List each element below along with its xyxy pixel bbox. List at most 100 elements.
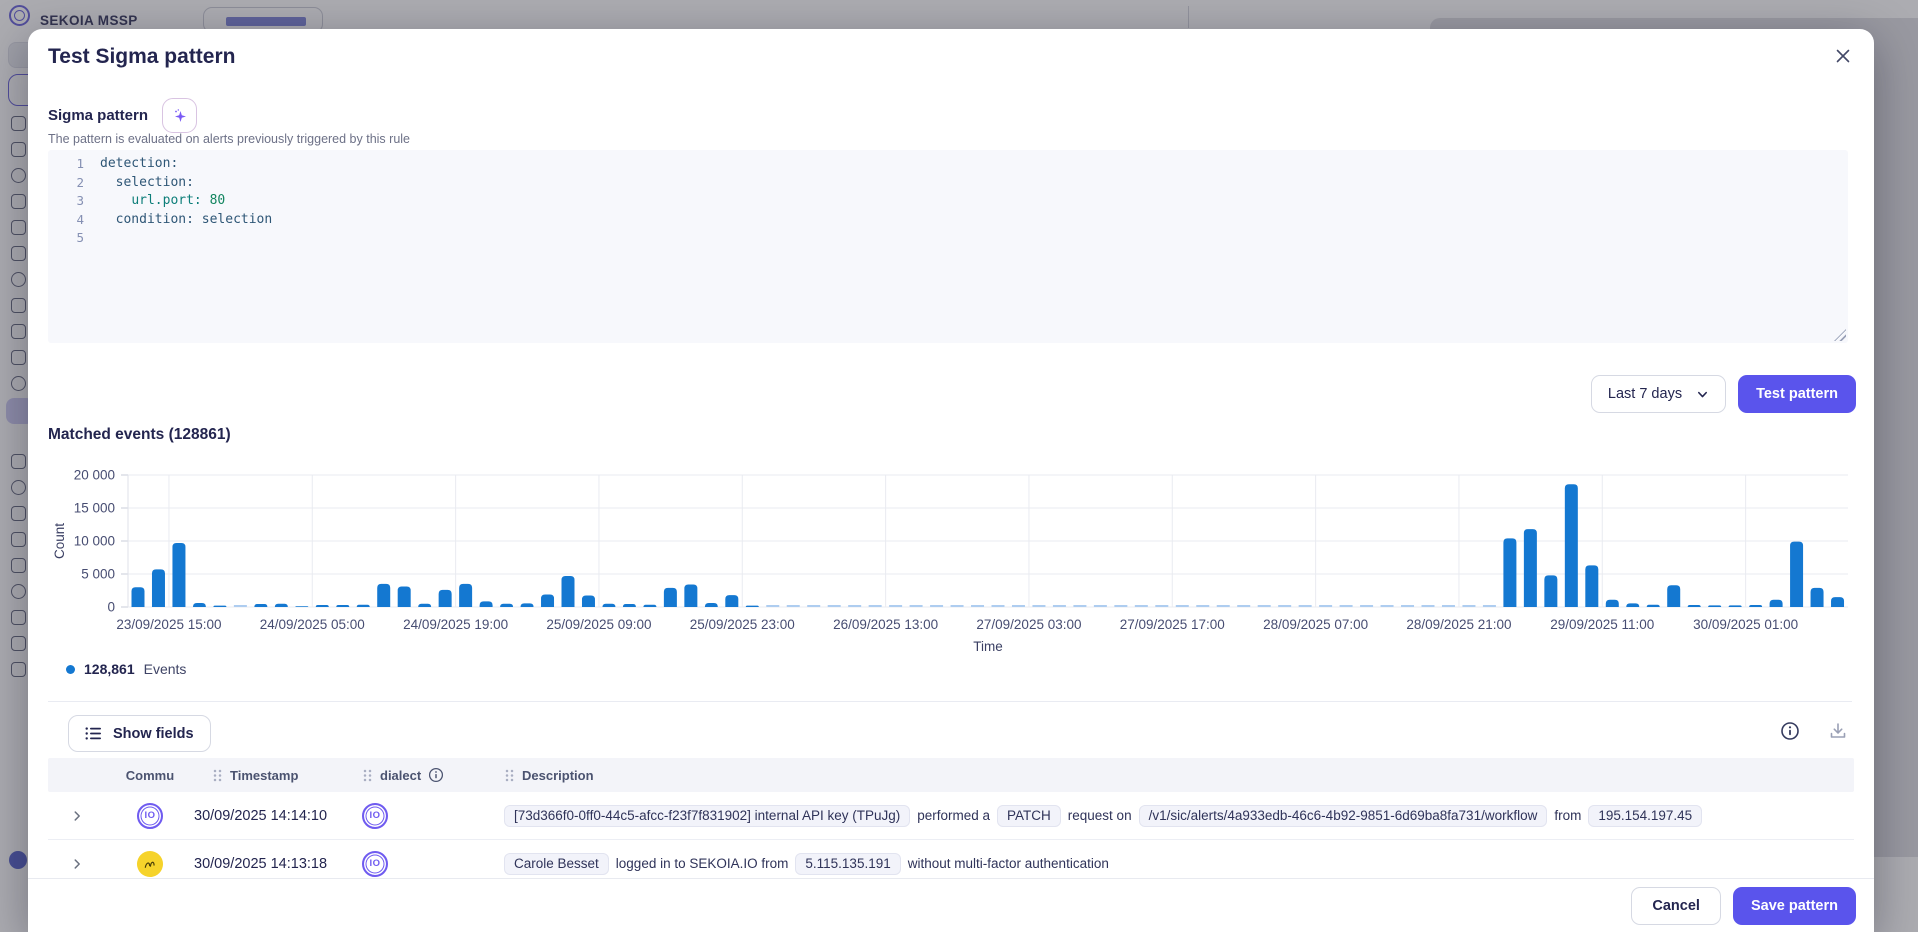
svg-text:5 000: 5 000 <box>81 567 115 582</box>
modal-footer: Cancel Save pattern <box>28 878 1874 932</box>
description-text: logged in to SEKOIA.IO from <box>616 856 789 871</box>
matched-events-table: CommuTimestampdialectDescriptionIO30/09/… <box>48 758 1854 878</box>
chevron-down-icon <box>1696 388 1709 401</box>
close-button[interactable] <box>1828 41 1858 71</box>
description-badge: /v1/sic/alerts/4a933edb-46c6-4b92-9851-6… <box>1139 805 1548 827</box>
line-number: 4 <box>48 211 100 230</box>
resize-handle[interactable] <box>1834 329 1846 341</box>
column-header-description[interactable]: Description <box>498 768 1854 783</box>
chart-legend[interactable]: 128,861 Events <box>66 661 186 677</box>
legend-count: 128,861 <box>84 661 135 677</box>
svg-text:28/09/2025 21:00: 28/09/2025 21:00 <box>1406 617 1511 632</box>
description-text: performed a <box>917 808 990 823</box>
sekoia-io-avatar: IO <box>362 851 388 877</box>
dialect-cell: IO <box>356 803 498 829</box>
pattern-label-row: Sigma pattern <box>48 98 197 133</box>
table-info-button[interactable] <box>1780 721 1800 741</box>
svg-text:Time: Time <box>973 639 1003 654</box>
column-header-timestamp[interactable]: Timestamp <box>194 768 356 783</box>
drag-handle-icon[interactable] <box>362 768 373 783</box>
table-row: 30/09/2025 14:13:18 IO Carole Besset logged… <box>48 840 1854 878</box>
cancel-button[interactable]: Cancel <box>1631 887 1721 925</box>
table-row: IO 30/09/2025 14:14:10 IO [73d366f0-0ff0-44… <box>48 792 1854 840</box>
code-text: detection: <box>100 155 178 174</box>
editor-line: 4 condition: selection <box>48 211 1848 230</box>
sigma-pattern-editor[interactable]: 1detection:2 selection:3 url.port: 804 c… <box>48 150 1848 343</box>
line-number: 3 <box>48 192 100 211</box>
sparkle-icon <box>171 107 189 125</box>
svg-text:30/09/2025 01:00: 30/09/2025 01:00 <box>1693 617 1798 632</box>
editor-line: 3 url.port: 80 <box>48 192 1848 211</box>
description-badge: [73d366f0-0ff0-44c5-afcc-f23f7f831902] i… <box>504 805 910 827</box>
community-cell: IO <box>106 803 194 829</box>
column-header-commu[interactable]: Commu <box>106 768 194 783</box>
svg-text:24/09/2025 19:00: 24/09/2025 19:00 <box>403 617 508 632</box>
description-badge: 5.115.135.191 <box>795 853 900 875</box>
pattern-label: Sigma pattern <box>48 107 148 124</box>
test-pattern-button[interactable]: Test pattern <box>1738 375 1856 413</box>
expand-row-icon <box>70 857 84 871</box>
modal-title: Test Sigma pattern <box>48 45 235 69</box>
drag-handle-icon[interactable] <box>212 768 223 783</box>
description-text: request on <box>1068 808 1132 823</box>
description-text: without multi-factor authentication <box>908 856 1109 871</box>
time-range-value: Last 7 days <box>1608 386 1682 402</box>
dialect-cell: IO <box>356 851 498 877</box>
svg-text:28/09/2025 07:00: 28/09/2025 07:00 <box>1263 617 1368 632</box>
show-fields-label: Show fields <box>113 726 194 742</box>
download-button[interactable] <box>1828 721 1848 741</box>
svg-text:25/09/2025 23:00: 25/09/2025 23:00 <box>690 617 795 632</box>
svg-text:0: 0 <box>107 600 115 615</box>
sekoia-io-avatar: IO <box>137 803 163 829</box>
drag-handle-icon[interactable] <box>504 768 515 783</box>
field-list-icon <box>85 726 102 741</box>
close-icon <box>1835 48 1851 64</box>
line-number: 2 <box>48 174 100 193</box>
svg-text:24/09/2025 05:00: 24/09/2025 05:00 <box>260 617 365 632</box>
description-badge: 195.154.197.45 <box>1588 805 1702 827</box>
svg-text:20 000: 20 000 <box>74 468 115 483</box>
editor-line: 1detection: <box>48 155 1848 174</box>
time-range-select[interactable]: Last 7 days <box>1591 375 1726 413</box>
table-tools <box>1780 721 1848 741</box>
community-cell <box>106 851 194 877</box>
section-divider <box>48 701 1852 702</box>
info-icon[interactable] <box>428 767 444 783</box>
column-header-dialect[interactable]: dialect <box>356 767 498 783</box>
description-cell: [73d366f0-0ff0-44c5-afcc-f23f7f831902] i… <box>498 805 1854 827</box>
expand-row-button[interactable] <box>66 805 88 827</box>
info-icon <box>1780 721 1800 741</box>
pattern-hint: The pattern is evaluated on alerts previ… <box>48 132 410 146</box>
svg-text:25/09/2025 09:00: 25/09/2025 09:00 <box>546 617 651 632</box>
sekoia-io-avatar: IO <box>362 803 388 829</box>
svg-text:27/09/2025 17:00: 27/09/2025 17:00 <box>1120 617 1225 632</box>
code-text: url.port: 80 <box>100 192 225 211</box>
matched-events-heading: Matched events (128861) <box>48 426 231 444</box>
svg-text:10 000: 10 000 <box>74 534 115 549</box>
description-cell: Carole Besset logged in to SEKOIA.IO from… <box>498 853 1854 875</box>
show-fields-button[interactable]: Show fields <box>68 715 211 752</box>
ai-assist-button[interactable] <box>162 98 197 133</box>
svg-text:15 000: 15 000 <box>74 501 115 516</box>
community-avatar-yellow <box>135 848 166 878</box>
test-sigma-pattern-modal: Test Sigma pattern Sigma pattern The pat… <box>28 29 1874 932</box>
svg-text:29/09/2025 11:00: 29/09/2025 11:00 <box>1550 617 1654 632</box>
code-text: selection: <box>100 174 194 193</box>
description-badge: Carole Besset <box>504 853 609 875</box>
download-icon <box>1828 721 1848 741</box>
save-pattern-button[interactable]: Save pattern <box>1733 887 1856 925</box>
editor-line: 5 <box>48 229 1848 248</box>
expand-row-button[interactable] <box>66 853 88 875</box>
editor-line: 2 selection: <box>48 174 1848 193</box>
line-number: 1 <box>48 155 100 174</box>
code-text: condition: selection <box>100 211 272 230</box>
svg-text:26/09/2025 13:00: 26/09/2025 13:00 <box>833 617 938 632</box>
expand-row-icon <box>70 809 84 823</box>
svg-text:23/09/2025 15:00: 23/09/2025 15:00 <box>116 617 221 632</box>
legend-dot-icon <box>66 665 75 674</box>
timestamp-cell: 30/09/2025 14:14:10 <box>194 808 356 824</box>
svg-text:Count: Count <box>52 523 67 559</box>
controls-row: Last 7 days Test pattern <box>1591 375 1856 413</box>
timestamp-cell: 30/09/2025 14:13:18 <box>194 856 356 872</box>
legend-label: Events <box>144 661 187 677</box>
